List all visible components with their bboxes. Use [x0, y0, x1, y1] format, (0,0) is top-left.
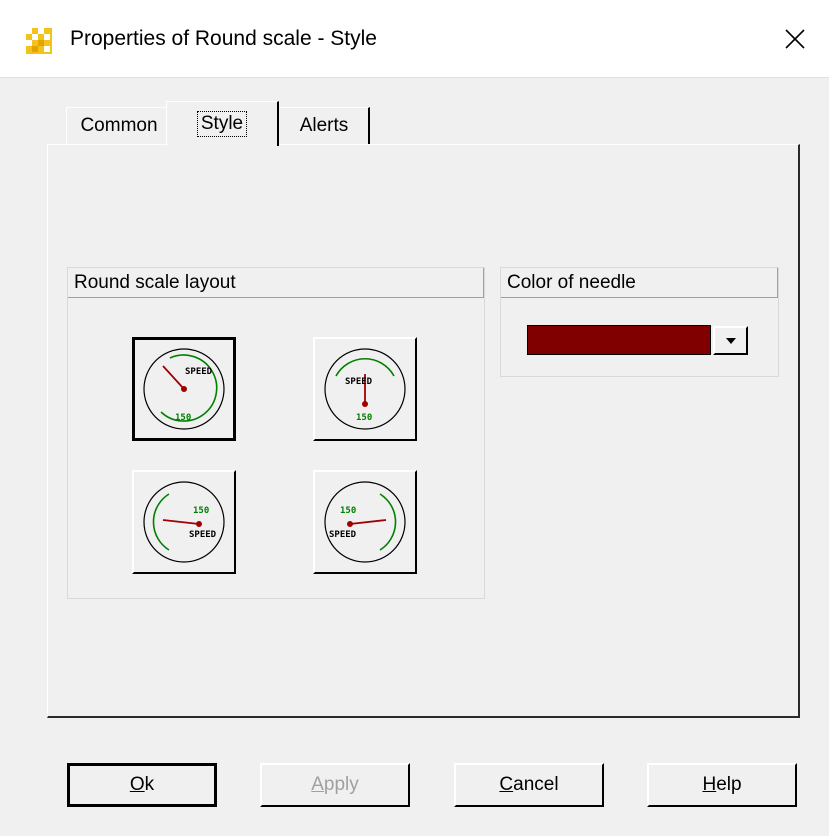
tab-alerts-label: Alerts [299, 115, 349, 136]
gauge-top-left-icon: SPEED 150 [143, 348, 225, 430]
gauge-value-label: 150 [356, 413, 372, 423]
cancel-label: Cancel [499, 774, 559, 795]
gauge-value-label: 150 [175, 413, 191, 423]
gauge-value-label: 150 [193, 506, 209, 516]
gauge-speed-label: SPEED [345, 377, 373, 387]
gauge-left-icon: 150 SPEED [324, 481, 406, 563]
apply-button[interactable]: Apply [260, 763, 410, 807]
window-title: Properties of Round scale - Style [70, 27, 377, 50]
needle-color-dropdown-button[interactable] [713, 326, 748, 355]
needle-color-group: Color of needle [500, 267, 779, 377]
needle-color-header: Color of needle [501, 268, 778, 298]
tab-common-label: Common [80, 115, 158, 136]
app-grid-icon [26, 28, 52, 54]
close-icon [785, 29, 805, 49]
tab-style-label: Style [196, 111, 248, 137]
properties-dialog: Properties of Round scale - Style Common… [0, 0, 829, 836]
round-scale-layout-title: Round scale layout [74, 271, 236, 293]
tab-alerts[interactable]: Alerts [276, 107, 370, 144]
gauge-speed-label: SPEED [189, 530, 217, 540]
ok-button[interactable]: Ok [67, 763, 217, 807]
tab-style[interactable]: Style [166, 101, 279, 146]
gauge-value-label: 150 [340, 506, 356, 516]
layout-option-top-left[interactable]: SPEED 150 [132, 337, 236, 441]
tab-common[interactable]: Common [66, 107, 171, 144]
chevron-down-icon [725, 337, 736, 344]
gauge-right-icon: 150 SPEED [143, 481, 225, 563]
help-label: Help [702, 774, 742, 795]
needle-color-swatch[interactable] [527, 325, 711, 355]
help-button[interactable]: Help [647, 763, 797, 807]
layout-option-right[interactable]: 150 SPEED [132, 470, 236, 574]
layout-option-left[interactable]: 150 SPEED [313, 470, 417, 574]
cancel-button[interactable]: Cancel [454, 763, 604, 807]
gauge-speed-label: SPEED [185, 367, 213, 377]
gauge-speed-label: SPEED [329, 530, 357, 540]
title-bar: Properties of Round scale - Style [0, 0, 829, 78]
layout-option-top[interactable]: SPEED 150 [313, 337, 417, 441]
close-button[interactable] [770, 16, 820, 62]
apply-label: Apply [311, 774, 359, 795]
gauge-top-icon: SPEED 150 [324, 348, 406, 430]
needle-color-title: Color of needle [507, 271, 636, 293]
round-scale-layout-header: Round scale layout [68, 268, 484, 298]
round-scale-layout-group: Round scale layout [67, 267, 485, 599]
ok-label: Ok [129, 774, 155, 795]
